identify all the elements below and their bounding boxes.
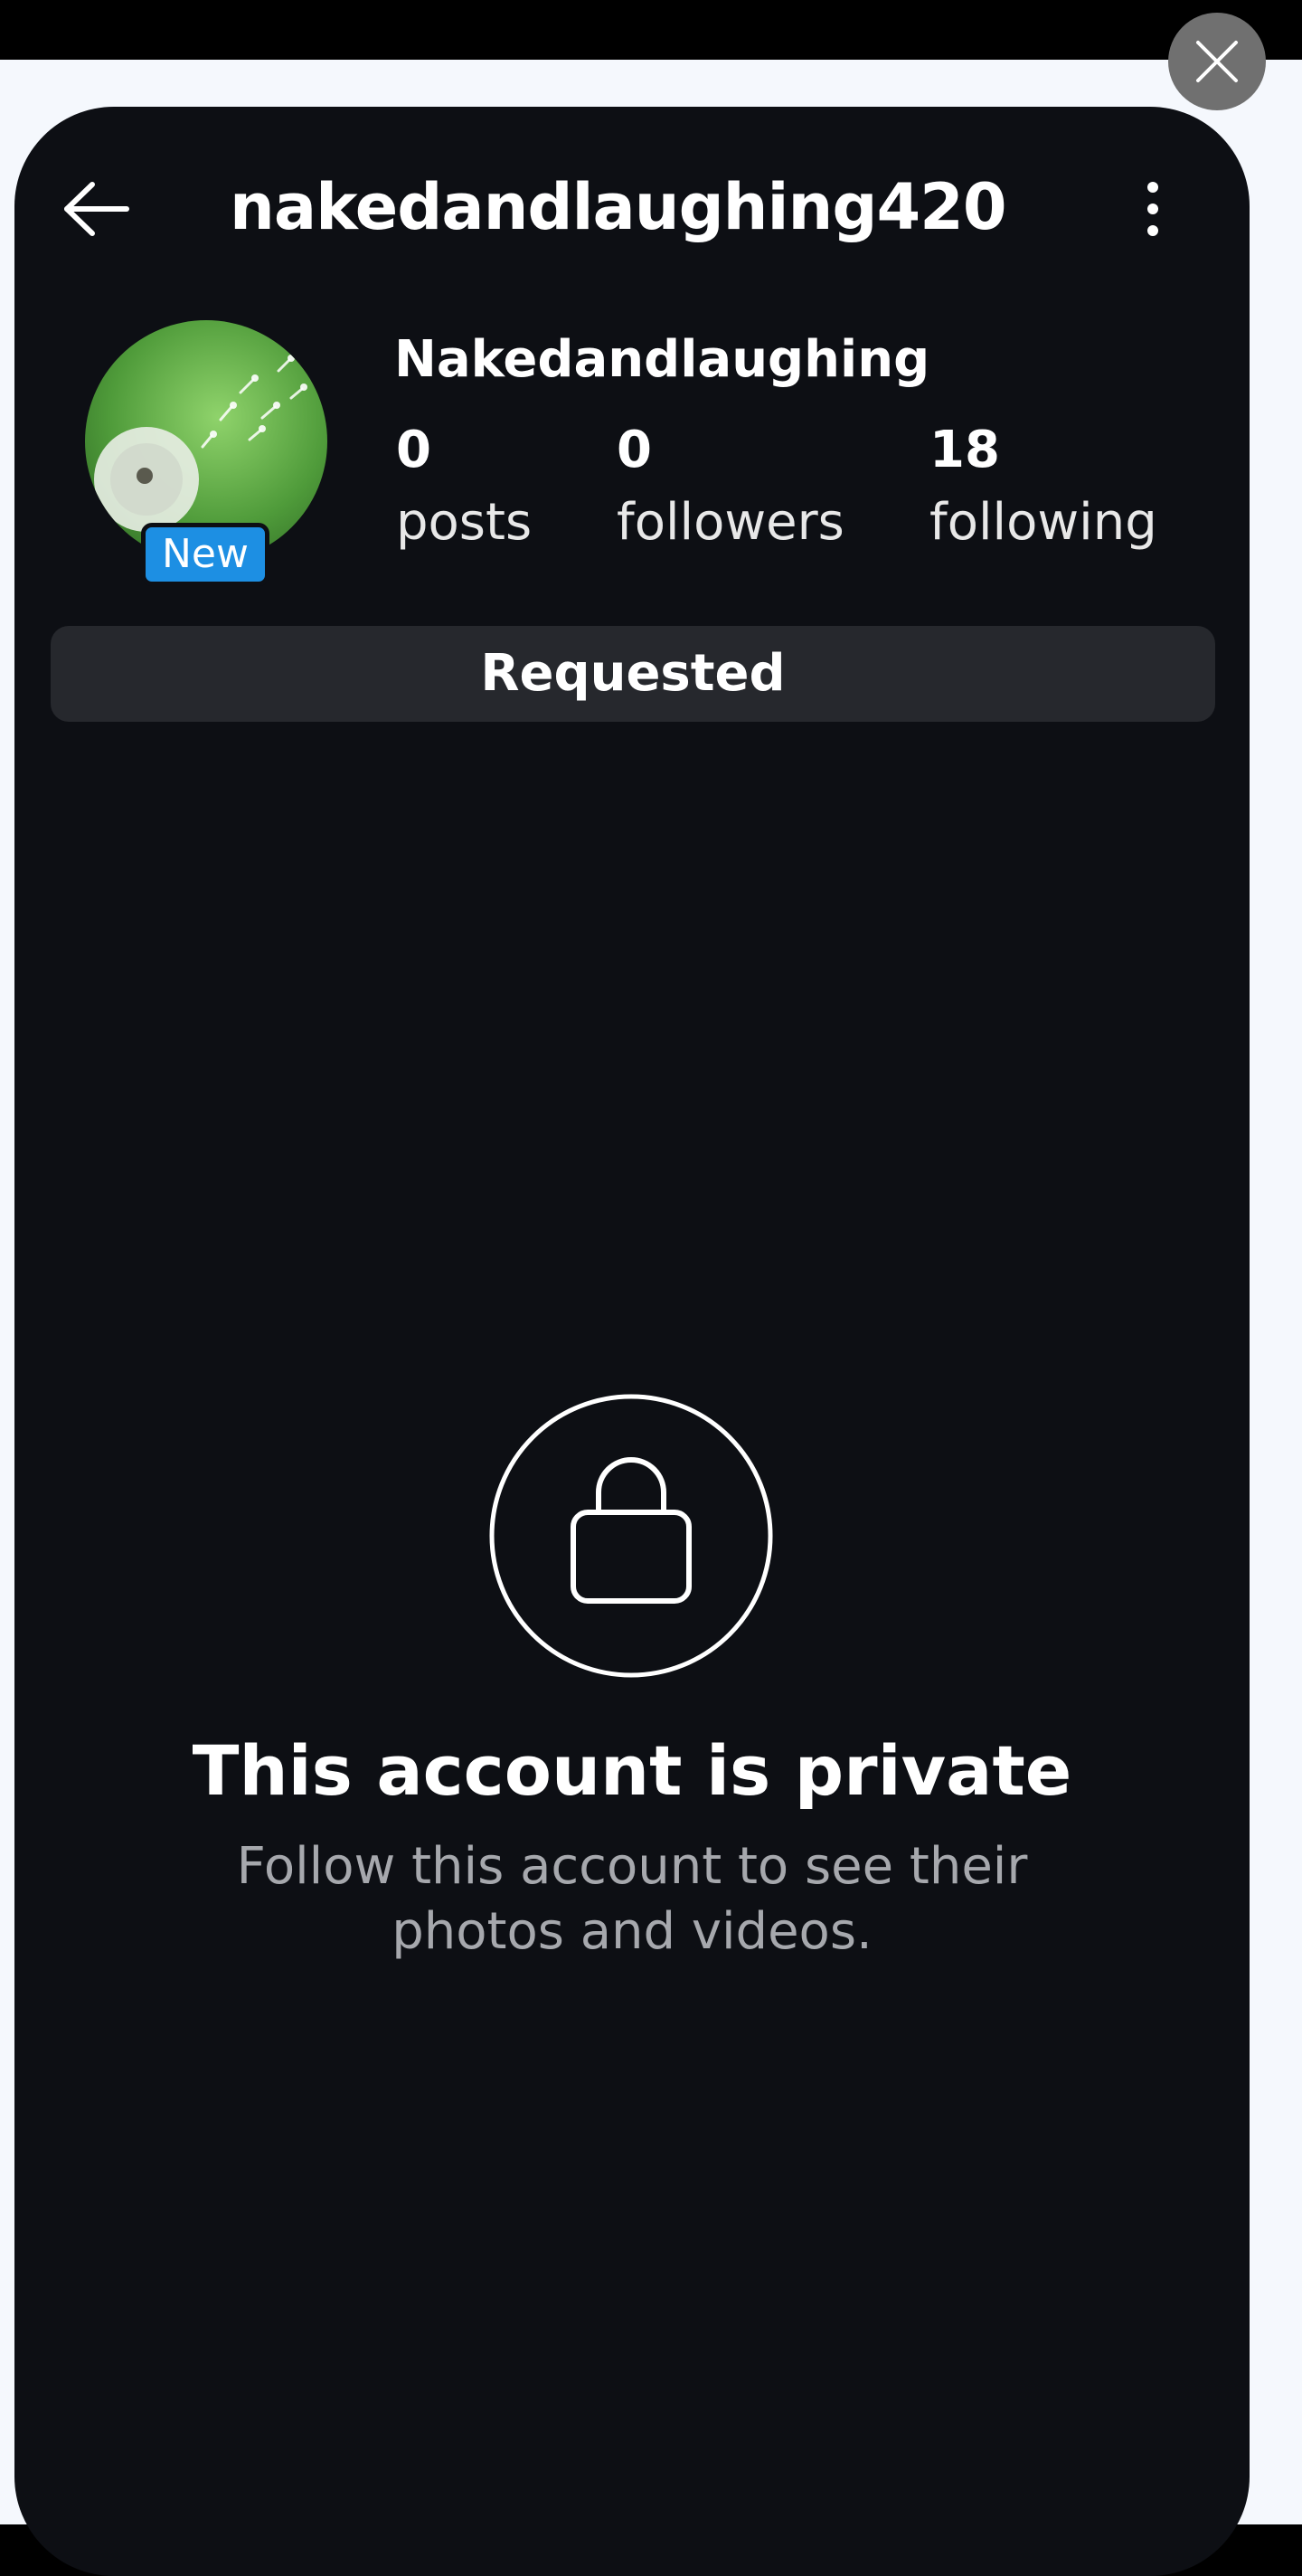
stat-followers[interactable]: 0 followers (617, 414, 844, 559)
stat-followers-count: 0 (617, 421, 652, 479)
profile-username: nakedandlaughing420 (230, 170, 1007, 244)
more-options-icon[interactable] (1141, 179, 1165, 239)
new-badge: New (141, 523, 269, 586)
close-icon (1196, 41, 1238, 82)
stat-followers-label: followers (617, 493, 844, 552)
lock-icon (489, 1394, 773, 1678)
private-account-title: This account is private (192, 1730, 1072, 1811)
stat-following-count: 18 (929, 421, 1000, 479)
requested-button[interactable]: Requested (51, 626, 1215, 722)
profile-display-name: Nakedandlaughing (394, 330, 930, 389)
stat-posts-label: posts (396, 493, 533, 552)
phone-screen: nakedandlaughing420 New Nakedandlaughing… (14, 107, 1250, 2576)
stat-following-label: following (929, 493, 1157, 552)
close-button[interactable] (1168, 13, 1266, 110)
back-arrow-icon[interactable] (60, 177, 132, 241)
stat-posts-count: 0 (396, 421, 431, 479)
private-account-subtitle: Follow this account to see their photos … (236, 1837, 1028, 1961)
stat-following[interactable]: 18 following (929, 414, 1157, 559)
stat-posts[interactable]: 0 posts (396, 414, 532, 559)
